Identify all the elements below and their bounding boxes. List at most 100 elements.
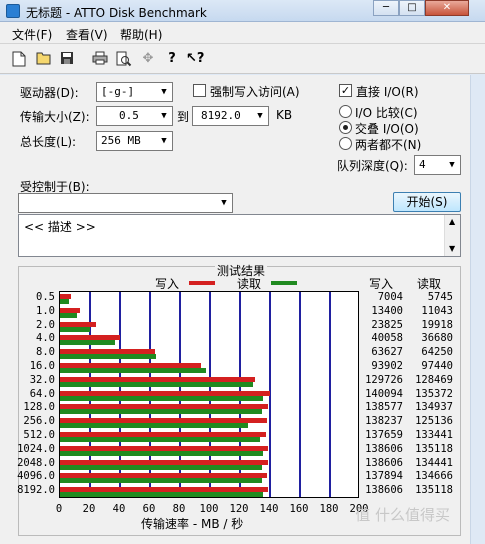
maximize-button[interactable]: □ bbox=[399, 0, 425, 16]
read-bar bbox=[60, 312, 77, 318]
x-tick-label: 180 bbox=[319, 503, 339, 515]
io-compare-label: I/O 比较(C) bbox=[355, 106, 418, 120]
description-text: << 描述 >> bbox=[24, 220, 96, 234]
queue-depth-label: 队列深度(Q): bbox=[337, 159, 408, 173]
new-icon[interactable] bbox=[12, 51, 28, 67]
transfer-from-value: 0.5 bbox=[119, 109, 139, 122]
y-tick-label: 2.0 bbox=[36, 318, 55, 331]
read-value: 133441 bbox=[415, 428, 453, 441]
title-bar: 无标题 - ATTO Disk Benchmark ─ □ ✕ bbox=[0, 0, 485, 22]
results-panel: 测试结果 写入 读取 写入 读取 0.5 1.0 2.0 4.0 8.0 16.0 32.0… bbox=[17, 262, 461, 536]
read-value: 135372 bbox=[415, 387, 453, 400]
scroll-down-icon[interactable]: ▼ bbox=[449, 244, 455, 253]
legend-write-label: 写入 bbox=[155, 277, 180, 291]
read-bar bbox=[60, 437, 261, 442]
minimize-button[interactable]: ─ bbox=[373, 0, 399, 16]
write-value: 63627 bbox=[371, 346, 403, 359]
write-value: 138237 bbox=[365, 415, 403, 428]
y-tick-label: 32.0 bbox=[29, 373, 55, 386]
transfer-from-select[interactable]: 0.5 ▼ bbox=[96, 106, 173, 126]
column-read-header: 读取 bbox=[417, 277, 442, 291]
chevron-down-icon: ▼ bbox=[252, 107, 268, 125]
start-button[interactable]: 开始(S) bbox=[393, 192, 461, 212]
read-value: 128469 bbox=[415, 373, 453, 386]
help-icon[interactable]: ? bbox=[164, 51, 180, 67]
drive-select[interactable]: [-g-] ▼ bbox=[96, 82, 173, 102]
read-bar bbox=[60, 478, 262, 484]
x-tick-label: 100 bbox=[199, 503, 219, 515]
total-length-label: 总长度(L): bbox=[20, 135, 77, 149]
y-tick-label: 1.0 bbox=[36, 304, 55, 317]
read-bar bbox=[60, 395, 264, 401]
read-bar bbox=[60, 450, 263, 456]
legend-write-swatch bbox=[189, 281, 215, 285]
description-scrollbar[interactable]: ▲ ▼ bbox=[444, 215, 460, 256]
window-scrollbar[interactable] bbox=[470, 75, 485, 544]
write-value: 13400 bbox=[371, 304, 403, 317]
menu-view[interactable]: 查看(V) bbox=[66, 26, 108, 43]
read-value: 134937 bbox=[415, 401, 453, 414]
scroll-up-icon[interactable]: ▲ bbox=[449, 217, 455, 226]
print-preview-icon[interactable] bbox=[116, 51, 132, 67]
open-icon[interactable] bbox=[36, 51, 52, 67]
read-bar bbox=[60, 381, 253, 387]
chart-plot-area bbox=[59, 291, 359, 498]
read-bar bbox=[60, 492, 263, 498]
context-help-icon[interactable]: ↖? bbox=[186, 51, 204, 67]
x-tick-label: 60 bbox=[142, 503, 156, 515]
chevron-down-icon: ▼ bbox=[156, 107, 172, 125]
write-value: 137894 bbox=[365, 470, 403, 483]
transfer-size-label: 传输大小(Z): bbox=[20, 110, 90, 124]
write-value: 129726 bbox=[365, 373, 403, 386]
controlled-by-select[interactable]: ▼ bbox=[18, 193, 233, 213]
write-value: 138606 bbox=[365, 456, 403, 469]
read-bar bbox=[60, 368, 207, 373]
app-icon bbox=[6, 4, 20, 18]
read-bar bbox=[60, 299, 69, 304]
write-value: 138606 bbox=[365, 442, 403, 455]
description-box[interactable]: << 描述 >> ▲ ▼ bbox=[18, 214, 461, 257]
window-title: 无标题 - ATTO Disk Benchmark bbox=[26, 6, 207, 20]
overlapped-io-label: 交叠 I/O(O) bbox=[355, 122, 419, 136]
total-length-select[interactable]: 256 MB ▼ bbox=[96, 131, 173, 151]
read-value: 11043 bbox=[421, 304, 453, 317]
neither-radio[interactable] bbox=[339, 137, 352, 150]
y-tick-label: 64.0 bbox=[29, 387, 55, 400]
queue-depth-select[interactable]: 4 ▼ bbox=[414, 155, 461, 175]
write-value: 140094 bbox=[365, 387, 403, 400]
read-bar bbox=[60, 354, 157, 360]
x-tick-label: 140 bbox=[259, 503, 279, 515]
io-compare-radio[interactable] bbox=[339, 105, 352, 118]
y-tick-label: 128.0 bbox=[23, 401, 55, 414]
read-value: 135118 bbox=[415, 442, 453, 455]
read-value: 36680 bbox=[421, 332, 453, 345]
menu-bar: 文件(F) 查看(V) 帮助(H) bbox=[0, 22, 485, 44]
close-button[interactable]: ✕ bbox=[425, 0, 469, 16]
read-bar bbox=[60, 423, 248, 429]
transfer-to-select[interactable]: 8192.0 ▼ bbox=[192, 106, 269, 126]
force-write-checkbox[interactable] bbox=[193, 84, 206, 97]
total-length-value: 256 MB bbox=[101, 134, 141, 147]
y-tick-label: 2048.0 bbox=[17, 456, 55, 469]
y-tick-label: 0.5 bbox=[36, 290, 55, 303]
y-tick-label: 4.0 bbox=[36, 332, 55, 345]
save-icon[interactable] bbox=[60, 51, 76, 67]
legend-read-swatch bbox=[271, 281, 297, 285]
move-icon[interactable]: ✥ bbox=[140, 51, 156, 67]
chevron-down-icon: ▼ bbox=[156, 132, 172, 150]
write-value: 137659 bbox=[365, 428, 403, 441]
print-icon[interactable] bbox=[92, 51, 108, 67]
drive-label: 驱动器(D): bbox=[20, 86, 79, 100]
x-axis-title: 传输速率 - MB / 秒 bbox=[141, 517, 244, 531]
gridline bbox=[329, 292, 331, 497]
read-value: 19918 bbox=[421, 318, 453, 331]
toolbar: ✥ ? ↖? bbox=[0, 44, 485, 74]
menu-file[interactable]: 文件(F) bbox=[12, 26, 52, 43]
menu-help[interactable]: 帮助(H) bbox=[120, 26, 162, 43]
gridline bbox=[299, 292, 301, 497]
checkmark-icon: ✓ bbox=[340, 84, 351, 97]
x-tick-label: 0 bbox=[55, 503, 63, 515]
read-bar bbox=[60, 409, 263, 415]
overlapped-io-radio[interactable] bbox=[339, 121, 352, 134]
direct-io-checkbox[interactable]: ✓ bbox=[339, 84, 352, 97]
